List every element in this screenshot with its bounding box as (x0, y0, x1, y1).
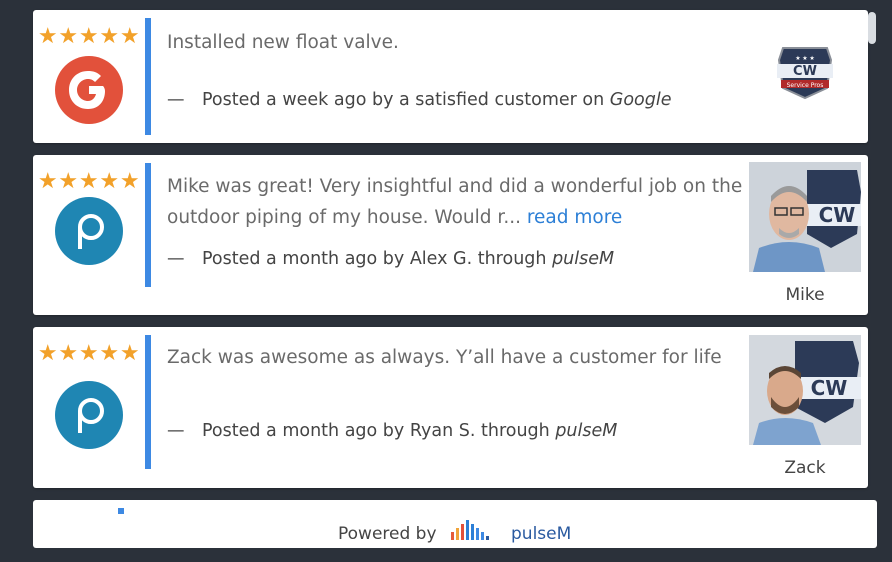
pulsem-p-icon (55, 197, 123, 265)
company-logo-subtext: Service Pros (787, 82, 824, 89)
read-more-link[interactable]: read more (527, 207, 622, 228)
review-card: ★★★★★ Mike was great! Very insightful an… (33, 155, 868, 315)
star-rating: ★★★★★ (37, 24, 140, 48)
powered-by-label: Powered by (338, 524, 437, 544)
review-meta: — Posted a week ago by a satisfied custom… (167, 90, 672, 110)
svg-text:CW: CW (819, 203, 856, 227)
star-icon: ★ (99, 340, 119, 365)
technician-photo: CW (749, 162, 861, 272)
star-icon: ★ (58, 168, 78, 193)
pulsem-p-icon (55, 381, 123, 449)
accent-bar (145, 163, 151, 287)
scrollbar-thumb[interactable] (868, 12, 876, 44)
company-logo-text: CW (793, 64, 817, 79)
star-icon: ★ (37, 23, 58, 48)
meta-dash: — (167, 421, 185, 441)
star-icon: ★ (99, 23, 119, 48)
review-text: Mike was great! Very insightful and did … (167, 171, 752, 233)
review-card: ★★★★★ Installed new float valve. — Posted… (33, 10, 868, 143)
accent-bar (118, 508, 124, 514)
review-card: ★★★★★ Zack was awesome as always. Y’all … (33, 327, 868, 488)
star-rating: ★★★★★ (37, 341, 140, 365)
review-meta: — Posted a month ago by Alex G. through p… (167, 249, 614, 269)
review-text: Installed new float valve. (167, 32, 399, 53)
star-icon: ★ (78, 340, 99, 365)
star-icon: ★ (58, 340, 78, 365)
google-g-icon (55, 56, 123, 124)
review-text: Zack was awesome as always. Y’all have a… (167, 347, 722, 368)
review-meta: — Posted a month ago by Ryan S. through p… (167, 421, 617, 441)
star-icon: ★ (58, 23, 78, 48)
technician-name: Zack (784, 458, 826, 478)
meta-text: Posted a week ago by a satisfied custome… (202, 90, 610, 110)
meta-source: pulseM (555, 421, 618, 441)
meta-dash: — (167, 90, 185, 110)
svg-text:CW: CW (811, 376, 848, 400)
meta-source: Google (609, 90, 672, 110)
meta-dash: — (167, 249, 185, 269)
star-icon: ★ (78, 23, 99, 48)
star-icon: ★ (37, 340, 58, 365)
star-icon: ★ (119, 168, 140, 193)
svg-text:★ ★ ★: ★ ★ ★ (795, 55, 814, 62)
meta-text: Posted a month ago by Ryan S. through (202, 421, 556, 441)
accent-bar (145, 335, 151, 469)
pulsem-brand-text[interactable]: pulseM (511, 524, 571, 544)
star-icon: ★ (78, 168, 99, 193)
accent-bar (145, 18, 151, 135)
star-icon: ★ (119, 23, 140, 48)
powered-by-footer: Powered by pulseM (33, 500, 877, 548)
meta-text: Posted a month ago by Alex G. through (202, 249, 553, 269)
star-icon: ★ (119, 340, 140, 365)
meta-source: pulseM (552, 249, 615, 269)
technician-name: Mike (785, 285, 825, 305)
pulsem-bars-icon (451, 520, 489, 540)
star-icon: ★ (99, 168, 119, 193)
star-icon: ★ (37, 168, 58, 193)
company-logo: CW Service Pros ★ ★ ★ (775, 44, 835, 100)
technician-photo: CW (749, 335, 861, 445)
review-text-body: Mike was great! Very insightful and did … (167, 176, 743, 228)
star-rating: ★★★★★ (37, 169, 140, 193)
